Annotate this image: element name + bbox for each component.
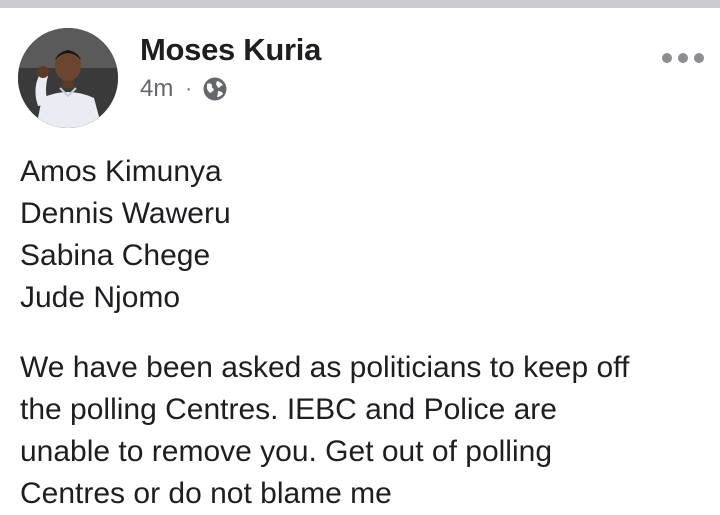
globe-icon [202,76,228,102]
avatar-photo [18,28,118,128]
more-options-button[interactable] [662,48,704,68]
mentioned-name: Sabina Chege [20,239,211,272]
top-divider [0,0,720,8]
mentioned-name: Jude Njomo [20,281,181,314]
mentioned-name: Amos Kimunya [20,155,222,188]
more-horizontal-icon [678,53,688,63]
message-line: the polling Centres. IEBC and Police are [20,393,557,426]
mentioned-name: Dennis Waweru [20,197,231,230]
post-card: Moses Kuria 4m · Amos Kimunya Dennis Waw… [0,8,720,515]
message-line: We have been asked as politicians to kee… [20,351,630,384]
meta-separator: · [185,77,193,100]
more-horizontal-icon [694,53,704,63]
post-meta: 4m · [140,74,228,104]
post-text: Amos Kimunya Dennis Waweru Sabina Chege … [20,151,710,515]
more-horizontal-icon [662,53,672,63]
author-avatar[interactable] [18,28,118,128]
post-timestamp[interactable]: 4m [140,75,173,103]
message-line: Centres or do not blame me [20,477,392,510]
author-name[interactable]: Moses Kuria [140,32,321,68]
message-line: unable to remove you. Get out of polling [20,435,553,468]
